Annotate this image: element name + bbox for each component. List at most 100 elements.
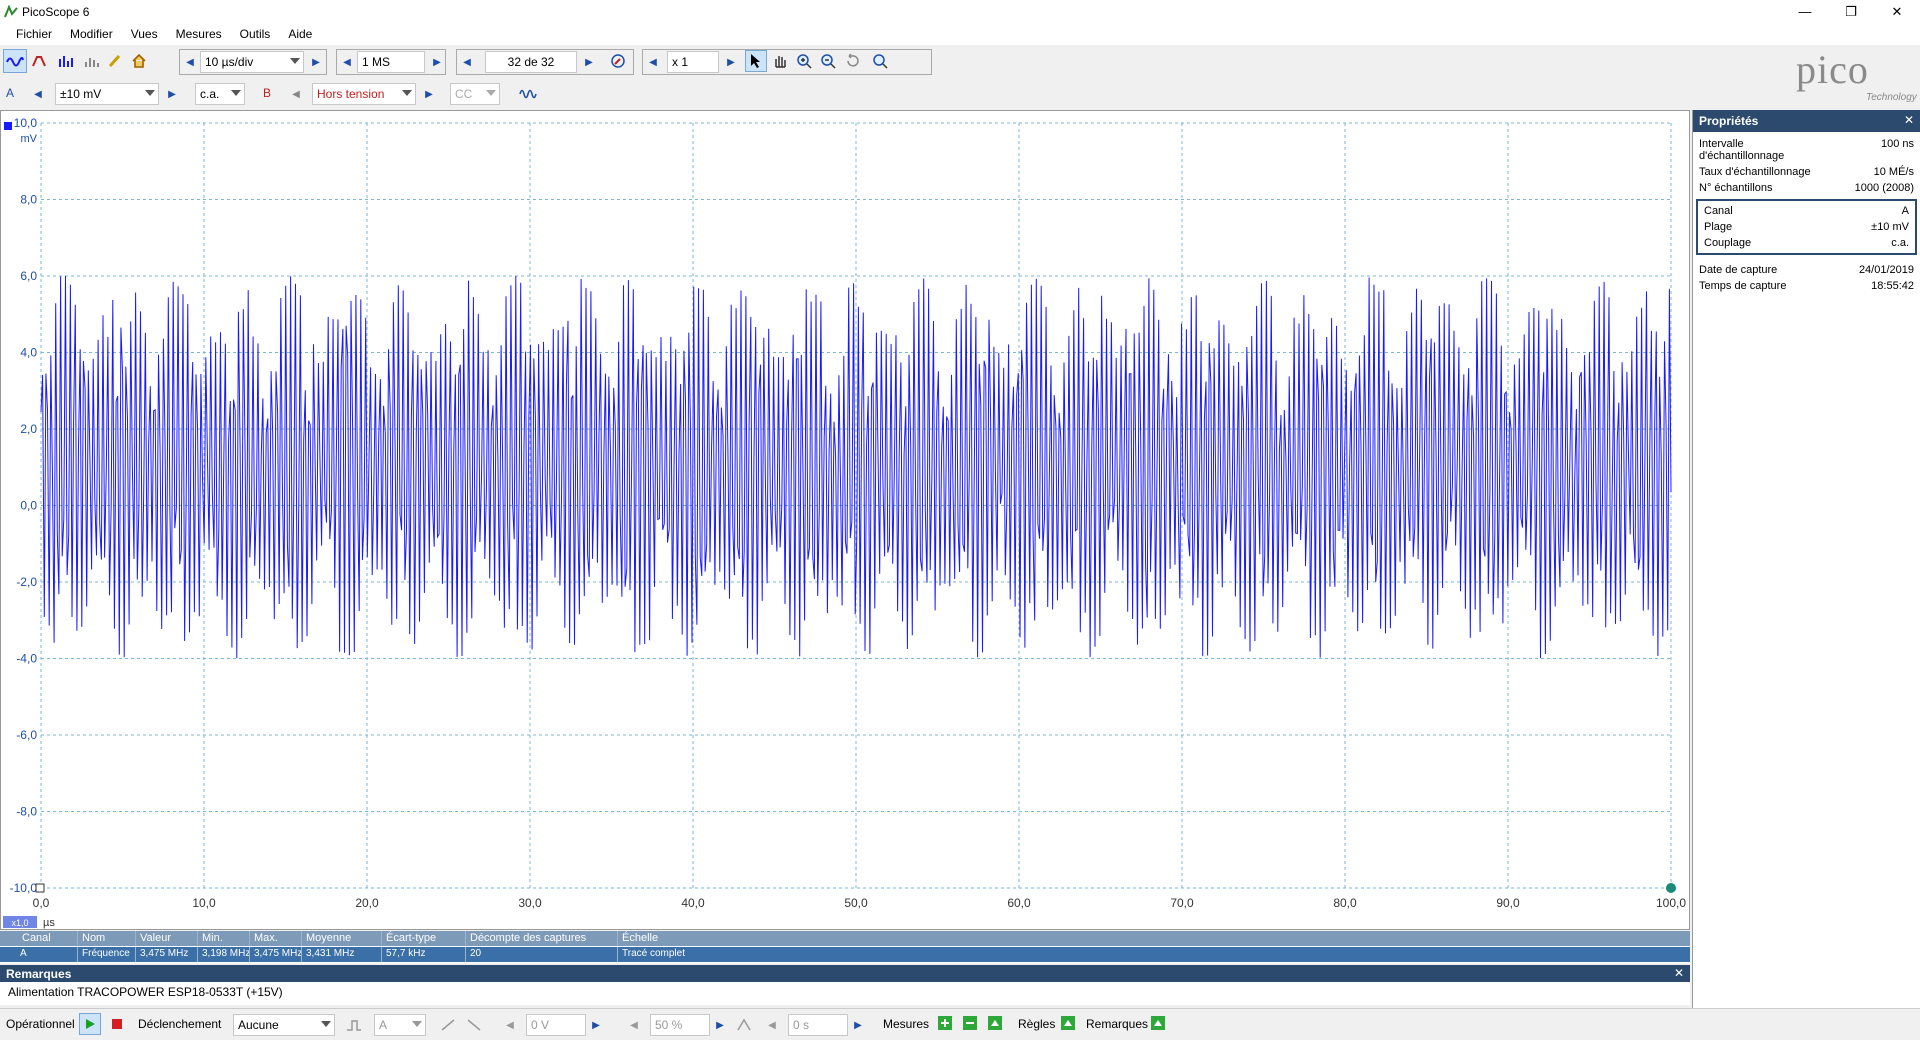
measurements-table: Canal Nom Valeur Min. Max. Moyenne Écart… xyxy=(0,931,1690,963)
y-tick-label: 0,0 xyxy=(20,499,37,513)
histogram-mode-icon[interactable] xyxy=(81,49,105,73)
close-icon[interactable]: ✕ xyxy=(1874,0,1920,23)
picoscope-app-icon xyxy=(4,4,18,17)
coupling-a-select[interactable]: c.a. xyxy=(195,83,245,105)
falling-edge-icon[interactable] xyxy=(462,1013,486,1037)
cell-max: 3,475 MHz xyxy=(250,947,302,962)
zoom-next-icon[interactable]: ▶ xyxy=(723,51,739,73)
range-b-prev-icon[interactable]: ◀ xyxy=(288,83,304,105)
notes-text[interactable]: Alimentation TRACOPOWER ESP18-0533T (+15… xyxy=(0,982,1690,1002)
capture-next-icon[interactable]: ▶ xyxy=(581,51,597,73)
cell-name: Fréquence xyxy=(78,947,136,962)
samples-next-icon[interactable]: ▶ xyxy=(429,51,445,73)
x-tick-label: 80,0 xyxy=(1333,896,1357,910)
menu-modifier[interactable]: Modifier xyxy=(61,27,122,41)
main-toolbar: ◀ 10 µs/div ▶ ◀ 1 MS ▶ ◀ 32 de 32 ▶ ◀ x … xyxy=(0,47,1920,77)
capture-index-field[interactable]: 32 de 32 xyxy=(485,51,577,73)
col-scale: Échelle xyxy=(622,932,659,944)
zoom-out-icon[interactable] xyxy=(817,50,839,72)
channel-b-label[interactable]: B xyxy=(263,86,271,100)
channel-a-label[interactable]: A xyxy=(6,86,14,100)
zoom-factor-field[interactable]: x 1 xyxy=(667,51,719,73)
trigger-level-next-icon[interactable]: ▶ xyxy=(588,1014,604,1036)
trigger-mode-select[interactable]: Aucune xyxy=(233,1014,335,1036)
property-row: Date de capture 24/01/2019 xyxy=(1699,264,1914,276)
samples-prev-icon[interactable]: ◀ xyxy=(339,51,355,73)
channel-toolbar: A ◀ ±10 mV ▶ c.a. B ◀ Hors tension ▶ CC xyxy=(0,80,1690,108)
notes-toggle-icon[interactable] xyxy=(1148,1013,1168,1033)
start-capture-icon[interactable] xyxy=(79,1013,101,1035)
add-measure-icon[interactable] xyxy=(935,1013,955,1033)
zoom-fit-icon[interactable] xyxy=(869,50,891,72)
timebase-next-icon[interactable]: ▶ xyxy=(308,51,324,73)
edit-measure-icon[interactable] xyxy=(960,1013,980,1033)
pico-logo: pico xyxy=(1796,47,1869,92)
channel-properties-box: Canal A Plage ±10 mV Couplage c.a. xyxy=(1696,199,1917,255)
col-capture-count: Décompte des captures xyxy=(466,931,618,946)
zoom-prev-icon[interactable]: ◀ xyxy=(645,51,661,73)
range-a-prev-icon[interactable]: ◀ xyxy=(30,83,46,105)
trigger-channel-select[interactable]: A xyxy=(374,1014,426,1036)
pico-logo-subtext: Technology xyxy=(1866,92,1917,103)
range-a-select[interactable]: ±10 mV xyxy=(55,83,159,105)
notes-label: Remarques xyxy=(1086,1017,1149,1031)
pretrigger-next-icon[interactable]: ▶ xyxy=(712,1014,728,1036)
delay-field[interactable]: 0 s xyxy=(788,1014,848,1036)
cell-value: 3,475 MHz xyxy=(136,947,198,962)
advanced-options-icon[interactable] xyxy=(516,81,540,105)
scope-chart[interactable]: 10,0 8,0 6,0 4,0 2,0 0,0 -2,0 -4,0 -6,0 -8,0 -10,0… xyxy=(1,111,1691,931)
delay-prev-icon[interactable]: ◀ xyxy=(764,1014,780,1036)
menu-outils[interactable]: Outils xyxy=(231,27,280,41)
measure-options-icon[interactable] xyxy=(985,1013,1005,1033)
range-a-next-icon[interactable]: ▶ xyxy=(164,83,180,105)
trigger-level-field[interactable]: 0 V xyxy=(526,1014,586,1036)
delay-next-icon[interactable]: ▶ xyxy=(850,1014,866,1036)
y-tick-label: 8,0 xyxy=(20,193,37,207)
range-b-select[interactable]: Hors tension xyxy=(312,83,416,105)
x-tick-label: 40,0 xyxy=(681,896,705,910)
restore-icon[interactable]: ❐ xyxy=(1828,0,1874,23)
advanced-trigger-icon[interactable] xyxy=(342,1013,366,1037)
timebase-select[interactable]: 10 µs/div xyxy=(200,51,304,73)
rising-edge-icon[interactable] xyxy=(436,1013,460,1037)
persistence-mode-icon[interactable] xyxy=(29,49,53,73)
stop-capture-icon[interactable] xyxy=(106,1013,128,1035)
undo-zoom-icon[interactable] xyxy=(841,50,863,72)
y-axis-unit: mV xyxy=(21,133,38,145)
scope-mode-icon[interactable] xyxy=(3,49,27,73)
capture-prev-icon[interactable]: ◀ xyxy=(459,51,475,73)
buffer-navigator-icon[interactable] xyxy=(607,50,629,72)
pretrigger-prev-icon[interactable]: ◀ xyxy=(626,1014,642,1036)
menu-mesures[interactable]: Mesures xyxy=(167,27,231,41)
spectrum-mode-icon[interactable] xyxy=(55,49,79,73)
close-properties-icon[interactable]: ✕ xyxy=(1904,113,1914,127)
y-tick-label: 4,0 xyxy=(20,346,37,360)
title-bar: PicoScope 6 — ❐ ✕ xyxy=(0,0,1920,23)
home-icon[interactable] xyxy=(127,49,151,73)
range-b-next-icon[interactable]: ▶ xyxy=(421,83,437,105)
pretrigger-field[interactable]: 50 % xyxy=(650,1014,710,1036)
coupling-b-select[interactable]: CC xyxy=(450,83,500,105)
x-axis-unit: µs xyxy=(43,917,55,929)
minimize-icon[interactable]: — xyxy=(1782,0,1828,23)
timebase-prev-icon[interactable]: ◀ xyxy=(182,51,198,73)
property-row: Couplage c.a. xyxy=(1704,237,1909,249)
hand-tool-icon[interactable] xyxy=(769,50,791,72)
close-notes-icon[interactable]: ✕ xyxy=(1674,966,1684,980)
delay-icon[interactable] xyxy=(732,1013,756,1037)
menu-vues[interactable]: Vues xyxy=(122,27,167,41)
samples-field[interactable]: 1 MS xyxy=(357,51,425,73)
zoom-in-icon[interactable] xyxy=(793,50,815,72)
scope-view[interactable]: 10,0 8,0 6,0 4,0 2,0 0,0 -2,0 -4,0 -6,0 -8,0 -10,0… xyxy=(0,110,1690,930)
col-value: Valeur xyxy=(136,931,198,946)
menu-aide[interactable]: Aide xyxy=(279,27,321,41)
rules-toggle-icon[interactable] xyxy=(1058,1013,1078,1033)
table-row[interactable]: A Fréquence 3,475 MHz 3,198 MHz 3,475 MH… xyxy=(0,947,1690,962)
y-tick-label: -8,0 xyxy=(16,805,37,819)
cell-scale: Tracé complet xyxy=(622,948,685,959)
menu-fichier[interactable]: Fichier xyxy=(7,27,61,41)
probe-icon[interactable] xyxy=(103,49,127,73)
menu-bar: Fichier Modifier Vues Mesures Outils Aid… xyxy=(0,23,1920,45)
trigger-level-prev-icon[interactable]: ◀ xyxy=(502,1014,518,1036)
pointer-tool-icon[interactable] xyxy=(745,50,767,72)
